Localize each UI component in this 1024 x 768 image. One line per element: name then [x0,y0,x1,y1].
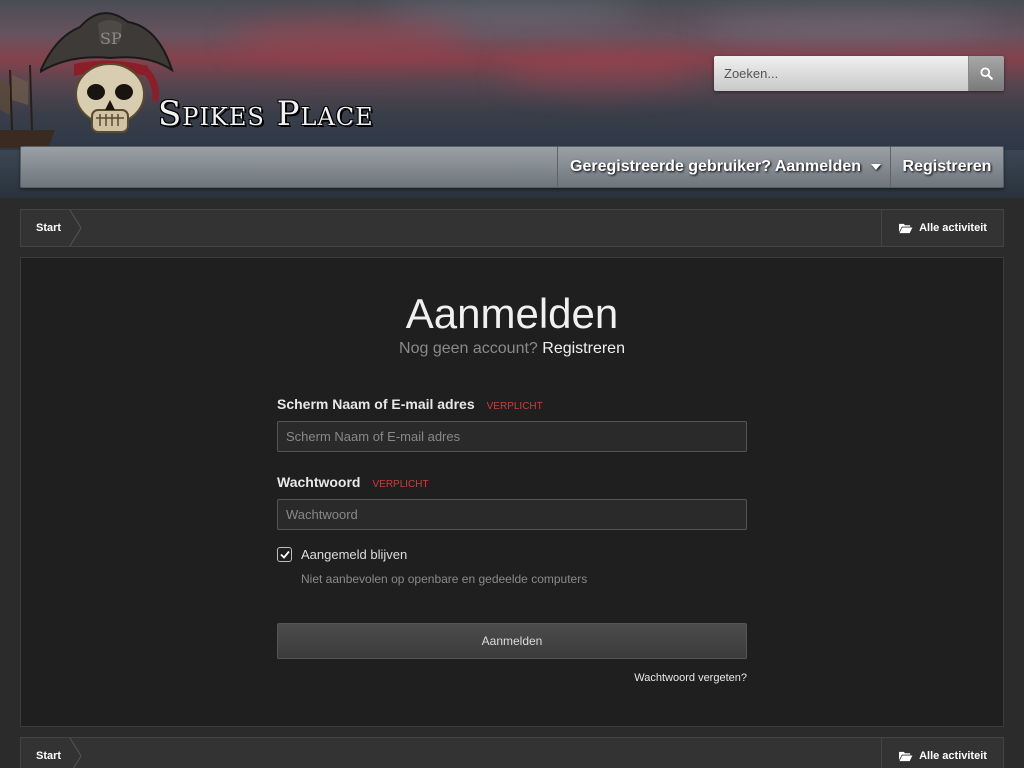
forgot-password-link[interactable]: Wachtwoord vergeten? [634,672,747,684]
required-badge: VERPLICHT [486,401,543,412]
folder-open-icon [899,223,913,234]
search-box [714,56,1004,91]
breadcrumb-start-link[interactable]: Start [21,210,75,246]
no-account-prompt: Nog geen account? Registreren [21,340,1003,358]
all-activity-link[interactable]: Alle activiteit [881,738,1003,768]
header-cloud [700,10,1000,40]
search-icon [980,67,993,80]
username-label-text: Scherm Naam of E-mail adres [277,396,475,412]
all-activity-link[interactable]: Alle activiteit [881,210,1003,246]
username-field[interactable] [277,421,747,452]
main-navbar: Geregistreerde gebruiker? Aanmelden Regi… [20,146,1004,188]
user-signin-label: Geregistreerde gebruiker? Aanmelden [570,158,862,175]
search-input[interactable] [714,56,968,91]
folder-open-icon [899,751,913,762]
password-label: Wachtwoord VERPLICHT [277,474,429,490]
password-label-text: Wachtwoord [277,474,361,490]
svg-text:SP: SP [100,29,122,48]
remember-me-label[interactable]: Aangemeld blijven [301,547,407,562]
all-activity-label: Alle activiteit [919,222,987,234]
checkmark-icon [279,550,290,559]
login-panel: Aanmelden Nog geen account? Registreren … [20,257,1004,727]
all-activity-label: Alle activiteit [919,750,987,762]
password-field[interactable] [277,499,747,530]
breadcrumb-start-link[interactable]: Start [21,738,75,768]
breadcrumb-separator [69,738,82,768]
site-logo-text: Spikes Place [158,94,374,134]
caret-down-icon [871,164,882,170]
breadcrumb-bar-bottom: Start Alle activiteit [20,737,1004,768]
user-signin-menu[interactable]: Geregistreerde gebruiker? Aanmelden [557,147,891,187]
required-badge: VERPLICHT [372,479,429,490]
remember-me-checkbox[interactable] [277,547,292,562]
breadcrumb-bar: Start Alle activiteit [20,209,1004,247]
no-account-text: Nog geen account? [399,340,538,357]
remember-me-description: Niet aanbevolen op openbare en gedeelde … [301,572,588,586]
page-title: Aanmelden [405,290,619,337]
header-cloud [500,55,700,90]
header-cloud [380,0,640,26]
search-button[interactable] [968,56,1004,91]
register-link[interactable]: Registreren [542,340,625,357]
nav-register-link[interactable]: Registreren [891,147,1003,187]
signin-submit-button[interactable]: Aanmelden [277,623,747,659]
breadcrumb-separator [69,210,82,246]
username-label: Scherm Naam of E-mail adres VERPLICHT [277,396,543,412]
